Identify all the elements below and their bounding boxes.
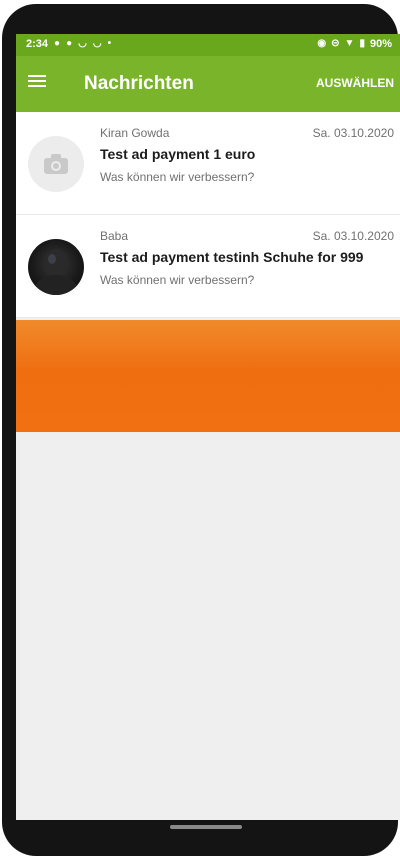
message-subject: Test ad payment 1 euro bbox=[100, 146, 256, 162]
camera-placeholder-icon bbox=[28, 136, 84, 192]
status-left: 2:34 ● ● ◡ ◡ • bbox=[26, 38, 111, 50]
status-right: ◉ ⊝ ▼ ▮ 90% bbox=[317, 38, 392, 50]
message-preview: Was können wir verbessern? bbox=[100, 273, 255, 287]
status-time: 2:34 bbox=[26, 38, 49, 50]
message-subject: Test ad payment testinh Schuhe for 999 bbox=[100, 249, 364, 265]
status-bar: 2:34 ● ● ◡ ◡ • ◉ ⊝ ▼ ▮ 90% bbox=[16, 34, 400, 56]
select-button[interactable]: AUSWÄHLEN bbox=[316, 76, 394, 90]
menu-icon[interactable] bbox=[28, 72, 50, 94]
message-sender: Kiran Gowda bbox=[100, 126, 170, 140]
dnd-icon: ⊝ bbox=[331, 38, 340, 49]
notification-icon: ◡ bbox=[78, 38, 87, 49]
battery-icon: ▮ bbox=[359, 38, 365, 49]
message-list: Kiran Gowda Sa. 03.10.2020 Test ad payme… bbox=[16, 112, 400, 318]
promo-banner bbox=[16, 320, 400, 432]
avatar bbox=[28, 239, 84, 295]
message-item[interactable]: Baba Sa. 03.10.2020 Test ad payment test… bbox=[16, 215, 400, 318]
user-photo bbox=[34, 249, 78, 295]
toolbar: Nachrichten AUSWÄHLEN bbox=[16, 56, 400, 112]
notification-icon: ◡ bbox=[92, 38, 102, 49]
eye-icon: ◉ bbox=[317, 38, 327, 49]
message-item[interactable]: Kiran Gowda Sa. 03.10.2020 Test ad payme… bbox=[16, 112, 400, 215]
camera-icon bbox=[44, 154, 68, 174]
notification-icon: ● bbox=[66, 38, 73, 49]
home-gesture-handle[interactable] bbox=[170, 825, 242, 829]
message-date: Sa. 03.10.2020 bbox=[312, 229, 394, 243]
screen: 2:34 ● ● ◡ ◡ • ◉ ⊝ ▼ ▮ 90% Nachrichten A… bbox=[16, 34, 400, 820]
page-title: Nachrichten bbox=[84, 73, 194, 94]
more-notifications-icon: • bbox=[107, 38, 112, 49]
notification-icon: ● bbox=[54, 38, 61, 49]
message-preview: Was können wir verbessern? bbox=[100, 170, 255, 184]
battery-percent: 90% bbox=[369, 38, 392, 50]
wifi-icon: ▼ bbox=[344, 38, 355, 49]
message-sender: Baba bbox=[100, 229, 129, 243]
message-date: Sa. 03.10.2020 bbox=[312, 126, 394, 140]
